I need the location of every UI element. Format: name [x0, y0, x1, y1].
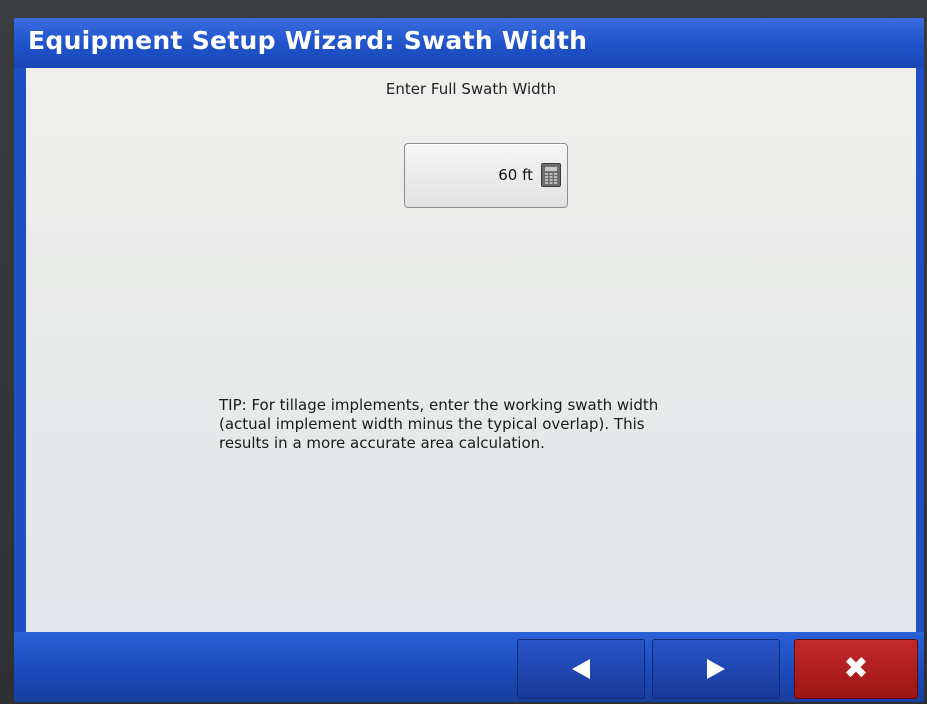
close-icon: ✖ [843, 651, 869, 686]
tip-text: TIP: For tillage implements, enter the w… [219, 396, 759, 453]
bottom-bar: ✖ [14, 632, 924, 702]
arrow-right-icon [707, 659, 725, 679]
title-bar: Equipment Setup Wizard: Swath Width [14, 18, 924, 68]
tip-line: (actual implement width minus the typica… [219, 415, 645, 433]
cancel-button[interactable]: ✖ [794, 639, 918, 699]
calculator-icon [541, 163, 561, 187]
back-button[interactable] [517, 639, 645, 699]
tip-line: TIP: For tillage implements, enter the w… [219, 396, 659, 414]
wizard-content: Enter Full Swath Width 60 ft TIP: For ti… [26, 68, 916, 632]
display-screen: Equipment Setup Wizard: Swath Width Ente… [14, 18, 924, 702]
swath-width-prompt: Enter Full Swath Width [385, 80, 557, 98]
swath-width-input[interactable]: 60 ft [404, 143, 568, 208]
tip-line: results in a more accurate area calculat… [219, 434, 545, 452]
arrow-left-icon [572, 659, 590, 679]
next-button[interactable] [652, 639, 780, 699]
page-title: Equipment Setup Wizard: Swath Width [28, 26, 588, 55]
swath-width-value: 60 ft [498, 166, 533, 184]
